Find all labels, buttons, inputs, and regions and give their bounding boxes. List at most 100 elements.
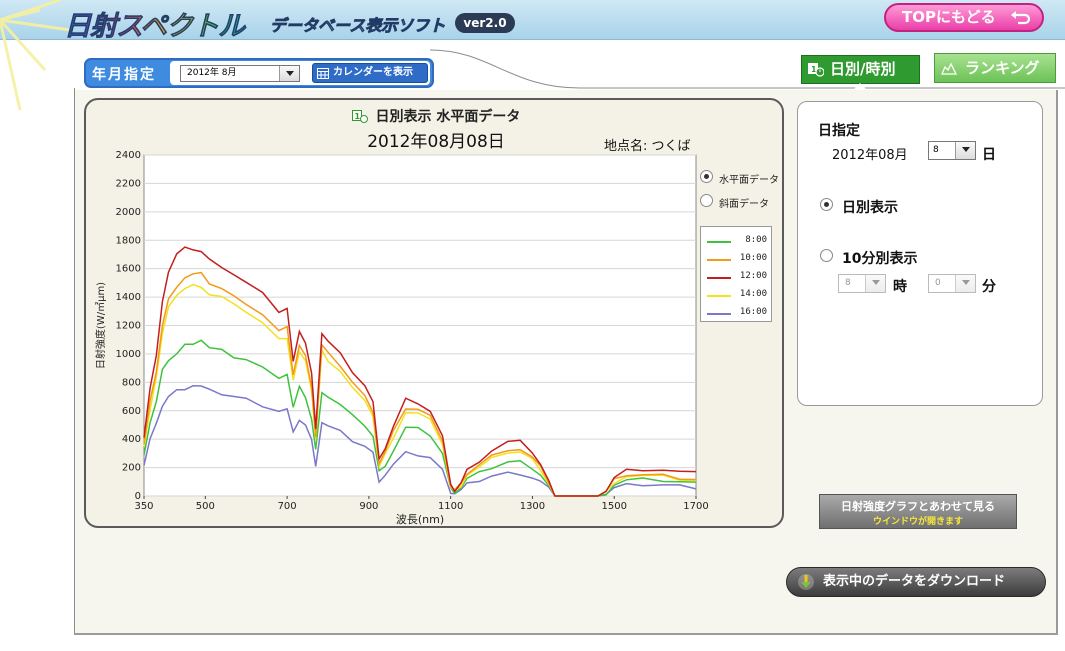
y-tick-label: 2200 [116, 178, 141, 189]
legend-swatch [707, 313, 731, 315]
chevron-down-icon [279, 66, 299, 81]
hour-unit-label: 時 [893, 279, 907, 295]
open-graph-window-button[interactable]: 日射強度グラフとあわせて見る ウインドウが開きます [819, 494, 1017, 529]
tab-daily-label: 日別/時別 [830, 60, 896, 78]
calendar-button[interactable]: カレンダーを表示 [312, 63, 428, 83]
svg-text:1: 1 [354, 112, 360, 121]
legend-swatch [707, 259, 731, 261]
return-arrow-icon [1011, 11, 1031, 25]
radio-daily-view[interactable] [820, 198, 833, 211]
y-tick-label: 1000 [116, 349, 141, 360]
download-icon [798, 574, 814, 590]
legend-label: 12:00 [739, 271, 767, 281]
tab-daily-hourly[interactable]: 1 日別/時別 [801, 55, 920, 89]
legend-label: 10:00 [739, 253, 767, 263]
legend-label: 16:00 [739, 307, 767, 317]
bottom-border [74, 633, 1058, 635]
legend-label: 14:00 [739, 289, 767, 299]
calendar-clock-icon: 1 [808, 63, 824, 77]
legend-entry: 12:00 [707, 271, 767, 283]
radio-10min-view-label: 10分別表示 [842, 251, 918, 267]
spectrum-chart: 0200400600800100012001400160018002000220… [94, 150, 709, 526]
calendar-clock-icon: 1 [351, 110, 368, 123]
legend-swatch [707, 277, 731, 279]
day-selection-title: 日指定 [818, 123, 860, 139]
download-button[interactable]: 表示中のデータをダウンロード [786, 567, 1046, 597]
app-subtitle: データベース表示ソフト [270, 16, 446, 36]
x-tick-label: 1300 [520, 501, 545, 512]
y-tick-label: 1600 [116, 264, 141, 275]
legend-entry: 10:00 [707, 253, 767, 265]
legend-label: 8:00 [745, 235, 767, 245]
top-button-label: TOPにもどる [902, 8, 996, 26]
right-border [1056, 90, 1058, 635]
legend-entry: 16:00 [707, 307, 767, 319]
day-select[interactable]: 8 [928, 141, 976, 160]
legend-swatch [707, 241, 731, 243]
x-tick-label: 1500 [601, 501, 626, 512]
day-selection-panel: 日指定 2012年08月 8 日 日別表示 10分別表示 8 時 0 分 [797, 101, 1043, 406]
x-tick-label: 900 [359, 501, 378, 512]
radio-10min-view[interactable] [820, 249, 833, 262]
minute-unit-label: 分 [982, 279, 996, 295]
year-month-box: 年月指定 2012年 8月 カレンダーを表示 [84, 58, 434, 88]
y-tick-label: 2000 [116, 207, 141, 218]
calendar-icon [317, 68, 329, 79]
chevron-down-icon [865, 275, 885, 292]
day-unit-label: 日 [982, 147, 996, 163]
day-selection-year-month: 2012年08月 [832, 148, 908, 163]
legend-entry: 14:00 [707, 289, 767, 301]
year-month-label: 年月指定 [92, 67, 156, 83]
chart-legend: 8:00 10:00 12:00 14:00 16:00 [700, 226, 772, 322]
minute-select[interactable]: 0 [928, 274, 976, 293]
graph-button-label: 日射強度グラフとあわせて見る [841, 500, 995, 513]
chart-title: 1 日別表示 水平面データ [86, 106, 786, 126]
chart-location: 地点名: つくば [604, 139, 691, 154]
x-tick-label: 500 [196, 501, 215, 512]
y-tick-label: 1200 [116, 321, 141, 332]
y-tick-label: 200 [122, 463, 141, 474]
hour-select[interactable]: 8 [838, 274, 886, 293]
app-logo: 日射スペクトル [64, 4, 246, 43]
legend-entry: 8:00 [707, 235, 767, 247]
calendar-button-label: カレンダーを表示 [333, 67, 413, 78]
hour-select-value: 8 [845, 278, 851, 288]
legend-swatch [707, 295, 731, 297]
chevron-down-icon [955, 142, 975, 159]
ranking-icon [941, 62, 957, 75]
y-tick-label: 400 [122, 434, 141, 445]
radio-horizontal-label: 水平面データ [719, 175, 779, 186]
chart-title-text: 日別表示 水平面データ [375, 109, 521, 125]
version-badge: ver2.0 [455, 13, 515, 33]
chart-panel: 0 200 400 600 800 1000 1200 1400 1600 1800 2000 220… [84, 98, 784, 528]
download-button-label: 表示中のデータをダウンロード [823, 574, 1006, 589]
year-month-value: 2012年 8月 [187, 68, 237, 78]
x-tick-label: 1100 [438, 501, 463, 512]
x-tick-label: 700 [278, 501, 297, 512]
header-bar: 日射スペクトル データベース表示ソフト ver2.0 TOPにもどる [0, 0, 1065, 111]
day-select-value: 8 [933, 145, 939, 155]
x-axis-label: 波長(nm) [396, 513, 444, 526]
y-tick-label: 600 [122, 406, 141, 417]
app-root: 日射スペクトル データベース表示ソフト ver2.0 TOPにもどる 年月指定 … [0, 0, 1065, 651]
radio-horizontal[interactable] [700, 170, 713, 183]
graph-button-note: ウインドウが開きます [872, 517, 963, 527]
x-tick-label: 1700 [683, 501, 708, 512]
left-border [74, 88, 75, 634]
tab-ranking[interactable]: ランキング [934, 53, 1056, 83]
top-button[interactable]: TOPにもどる [884, 3, 1044, 32]
tab-active-indicator [854, 83, 866, 89]
minute-select-value: 0 [935, 278, 941, 288]
y-tick-label: 1800 [116, 235, 141, 246]
tab-ranking-label: ランキング [965, 59, 1040, 77]
y-tick-label: 800 [122, 377, 141, 388]
year-month-controls: 2012年 8月 カレンダーを表示 [170, 61, 430, 85]
radio-slope[interactable] [700, 194, 713, 207]
y-axis-label: 日射強度(W/㎡µm) [94, 282, 107, 369]
year-month-select[interactable]: 2012年 8月 [180, 65, 300, 82]
y-tick-label: 1400 [116, 292, 141, 303]
chevron-down-icon [955, 275, 975, 292]
radio-slope-label: 斜面データ [719, 199, 769, 210]
x-tick-label: 350 [134, 501, 153, 512]
radio-daily-view-label: 日別表示 [842, 200, 898, 216]
